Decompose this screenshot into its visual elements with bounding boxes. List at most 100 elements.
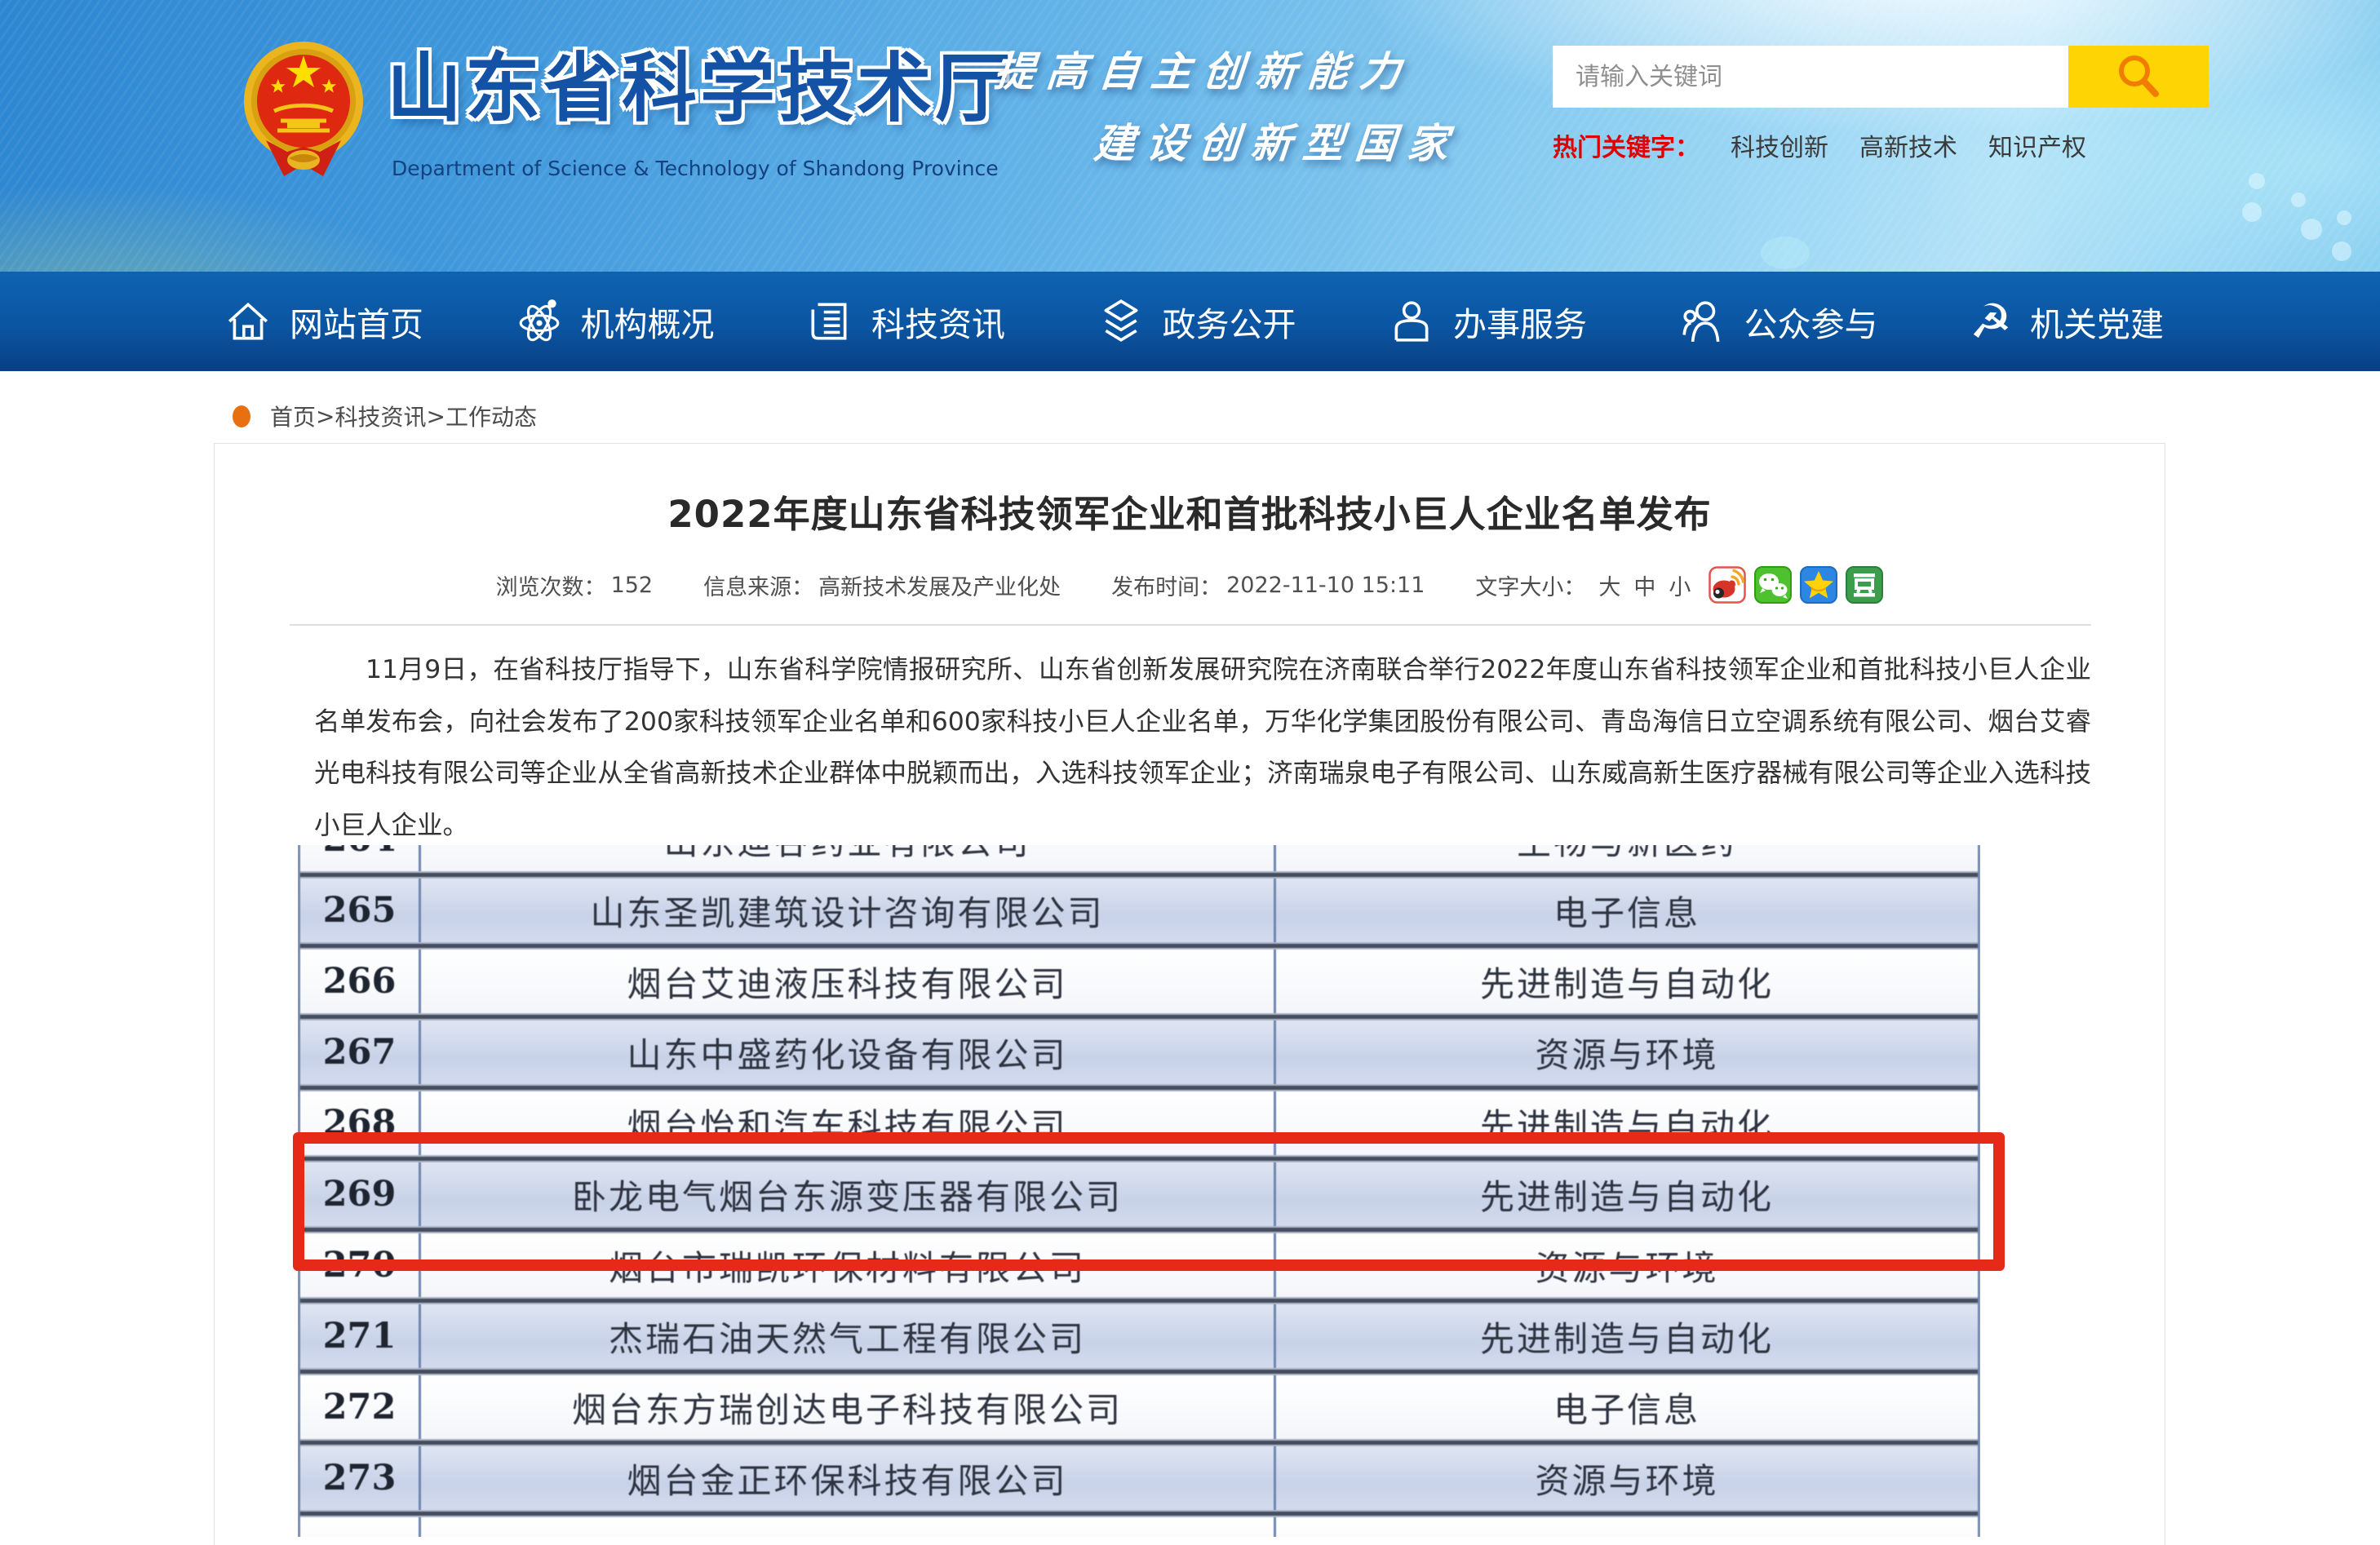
table-row: 267 山东中盛药化设备有限公司 资源与环境: [300, 1020, 1978, 1084]
breadcrumb-separator: >: [427, 403, 445, 430]
table-row-divider: [300, 1510, 1978, 1517]
page: 山东省科学技术厅 Department of Science & Technol…: [0, 0, 2380, 1545]
table-cell-no: 267: [300, 1020, 421, 1084]
decor-dot: [2301, 219, 2322, 240]
meta-time: 发布时间： 2022-11-10 15:11: [1111, 569, 1425, 601]
table-row-divider: [300, 1013, 1978, 1020]
nav-label: 科技资讯: [871, 297, 1005, 346]
breadcrumb-news[interactable]: 科技资讯: [335, 400, 426, 432]
slogan-line1: 提高自主创新能力: [992, 39, 1469, 98]
table-row-partial: [300, 1517, 1978, 1537]
decor-dot: [1761, 237, 1810, 269]
nav-item-participation[interactable]: 公众参与: [1679, 297, 1878, 346]
hot-keyword-link[interactable]: 知识产权: [1988, 127, 2086, 163]
nav-label: 政务公开: [1163, 297, 1296, 346]
fontsize-medium-button[interactable]: 中: [1633, 569, 1655, 601]
breadcrumb-home[interactable]: 首页: [270, 400, 316, 432]
search-button[interactable]: [2068, 46, 2209, 108]
table-cell-company: 山东迪谷药业有限公司: [421, 845, 1276, 871]
layers-icon: [1097, 298, 1145, 345]
person-icon: [1388, 298, 1435, 345]
table-cell-company: [421, 1517, 1276, 1537]
decor-dot: [2242, 202, 2262, 222]
meta-views-value: 152: [611, 573, 654, 598]
nav-item-news[interactable]: 科技资讯: [806, 297, 1005, 346]
party-icon: ☭: [1970, 298, 2012, 345]
banner-slogan: 提高自主创新能力 建设创新型国家: [986, 39, 1469, 170]
people-icon: [1679, 298, 1726, 345]
search-input[interactable]: [1553, 46, 2068, 108]
meta-divider: [290, 624, 2091, 626]
table-row: 273 烟台金正环保科技有限公司 资源与环境: [300, 1446, 1978, 1510]
table-cell-category: 生物与新医药: [1276, 845, 1978, 871]
table-cell-no: 271: [300, 1304, 421, 1368]
meta-source: 信息来源： 高新技术发展及产业化处: [703, 569, 1061, 601]
nav-label: 机关党建: [2030, 297, 2164, 346]
article-paragraph: 11月9日，在省科技厅指导下，山东省科学院情报研究所、山东省创新发展研究院在济南…: [314, 644, 2091, 852]
nav-label: 网站首页: [290, 297, 423, 346]
table-row: 272 烟台东方瑞创达电子科技有限公司 电子信息: [300, 1375, 1978, 1439]
qzone-icon[interactable]: [1800, 566, 1837, 604]
nav-item-services[interactable]: 办事服务: [1388, 297, 1587, 346]
home-icon: [224, 298, 272, 345]
article-title: 2022年度山东省科技领军企业和首批科技小巨人企业名单发布: [215, 485, 2165, 538]
meta-time-label: 发布时间：: [1111, 569, 1221, 601]
douban-icon[interactable]: [1846, 566, 1883, 604]
table-cell-company: 烟台艾迪液压科技有限公司: [421, 950, 1276, 1013]
table-row: 271 杰瑞石油天然气工程有限公司 先进制造与自动化: [300, 1304, 1978, 1368]
meta-views: 浏览次数： 152: [496, 569, 654, 601]
breadcrumb-dot-icon: [233, 405, 250, 427]
article-body: 11月9日，在省科技厅指导下，山东省科学院情报研究所、山东省创新发展研究院在济南…: [314, 644, 2091, 852]
nav-label: 办事服务: [1453, 297, 1587, 346]
decor-dot: [2249, 173, 2265, 189]
table-cell-category: [1276, 1517, 1978, 1537]
table-cell-no: 265: [300, 879, 421, 942]
table-row: 265 山东圣凯建筑设计咨询有限公司 电子信息: [300, 879, 1978, 942]
table-cell-no: 273: [300, 1446, 421, 1510]
nav-label: 机构概况: [581, 297, 715, 346]
nav-item-home[interactable]: 网站首页: [224, 297, 423, 346]
hot-keyword-link[interactable]: 科技创新: [1731, 127, 1828, 163]
table-cell-company: 烟台金正环保科技有限公司: [421, 1446, 1276, 1510]
site-subtitle: Department of Science & Technology of Sh…: [392, 157, 999, 180]
decor-dot: [2332, 241, 2351, 261]
nav-item-about[interactable]: 机构概况: [516, 297, 715, 346]
decor-dot: [2337, 210, 2351, 225]
fontsize-small-button[interactable]: 小: [1669, 569, 1691, 601]
table-cell-category: 电子信息: [1276, 1375, 1978, 1439]
table-cell-no: 264: [300, 845, 421, 871]
table-cell-no: 272: [300, 1375, 421, 1439]
meta-source-label: 信息来源：: [703, 569, 813, 601]
breadcrumb-current: 工作动态: [445, 400, 537, 432]
breadcrumb: 首页 > 科技资讯 > 工作动态: [233, 400, 537, 432]
nav-item-gov-info[interactable]: 政务公开: [1097, 297, 1296, 346]
breadcrumb-separator: >: [316, 403, 335, 430]
national-emblem-logo: [242, 36, 366, 186]
table-cell-category: 电子信息: [1276, 879, 1978, 942]
table-row: 264 山东迪谷药业有限公司 生物与新医药: [300, 845, 1978, 871]
wechat-icon[interactable]: [1754, 566, 1792, 604]
hot-keywords-label: 热门关键字：: [1553, 127, 1700, 163]
share-icons: [1709, 566, 1883, 604]
article-meta: 浏览次数： 152 信息来源： 高新技术发展及产业化处 发布时间： 2022-1…: [215, 566, 2165, 604]
hot-keywords-bar: 热门关键字： 科技创新 高新技术 知识产权: [1553, 127, 2086, 163]
table-cell-category: 先进制造与自动化: [1276, 1304, 1978, 1368]
fontsize-large-button[interactable]: 大: [1598, 569, 1620, 601]
meta-fontsize-label: 文字大小：: [1475, 569, 1585, 601]
hot-keyword-link[interactable]: 高新技术: [1859, 127, 1957, 163]
table-cell-company: 杰瑞石油天然气工程有限公司: [421, 1304, 1276, 1368]
table-cell-category: 资源与环境: [1276, 1020, 1978, 1084]
highlight-box: [293, 1132, 2005, 1271]
search-bar: [1553, 46, 2209, 108]
search-icon: [2113, 51, 2164, 102]
meta-views-label: 浏览次数：: [496, 569, 606, 601]
table-row-divider: [300, 1297, 1978, 1304]
weibo-icon[interactable]: [1709, 566, 1746, 604]
table-cell-no: 266: [300, 950, 421, 1013]
news-icon: [806, 298, 853, 345]
atom-icon: [516, 298, 563, 345]
meta-time-value: 2022-11-10 15:11: [1226, 573, 1425, 598]
nav-item-party[interactable]: ☭ 机关党建: [1970, 297, 2164, 346]
table-cell-company: 山东中盛药化设备有限公司: [421, 1020, 1276, 1084]
site-title: 山东省科学技术厅: [387, 28, 1013, 136]
